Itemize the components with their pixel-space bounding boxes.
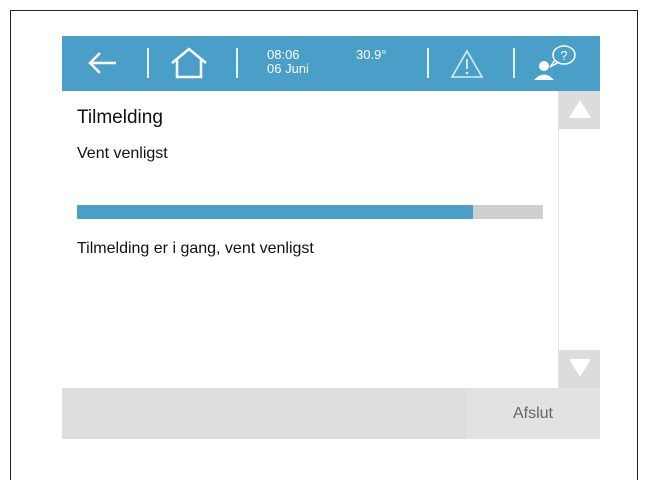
page-title: Tilmelding bbox=[77, 107, 163, 128]
warning-triangle-icon bbox=[450, 49, 484, 78]
bottom-bar: Afslut bbox=[62, 388, 600, 439]
status-text: Tilmelding er i gang, vent venligst bbox=[77, 240, 314, 257]
warning-button[interactable] bbox=[450, 49, 484, 79]
bottom-empty-area bbox=[62, 388, 464, 439]
progress-fill bbox=[77, 205, 474, 219]
device-screen: 08:06 06 Juni 30.9° ? Tilmelding Vent ve… bbox=[62, 36, 600, 439]
svg-text:?: ? bbox=[560, 48, 567, 63]
separator bbox=[147, 48, 149, 78]
progress-bar bbox=[77, 205, 543, 219]
temperature-text: 30.9° bbox=[356, 47, 387, 62]
separator bbox=[427, 48, 429, 78]
scrollbar[interactable] bbox=[558, 91, 600, 388]
date-text: 06 Juni bbox=[267, 61, 309, 76]
content-area: Tilmelding Vent venligst Tilmelding er i… bbox=[62, 91, 558, 388]
time-text: 08:06 bbox=[267, 47, 300, 62]
scroll-up-button[interactable] bbox=[559, 91, 600, 129]
subtitle-text: Vent venligst bbox=[77, 145, 168, 162]
separator bbox=[513, 48, 515, 78]
exit-button[interactable]: Afslut bbox=[466, 388, 600, 439]
help-button[interactable]: ? bbox=[531, 41, 583, 83]
top-bar: 08:06 06 Juni 30.9° ? bbox=[62, 36, 600, 91]
home-icon bbox=[171, 47, 207, 79]
scroll-down-button[interactable] bbox=[559, 350, 600, 388]
separator bbox=[236, 48, 238, 78]
user-help-icon: ? bbox=[534, 45, 576, 80]
home-button[interactable] bbox=[169, 46, 209, 80]
clock: 08:06 06 Juni bbox=[267, 48, 309, 76]
triangle-up-icon bbox=[568, 100, 591, 118]
back-button[interactable] bbox=[86, 50, 120, 76]
arrow-left-icon bbox=[88, 52, 116, 74]
triangle-down-icon bbox=[568, 359, 591, 377]
